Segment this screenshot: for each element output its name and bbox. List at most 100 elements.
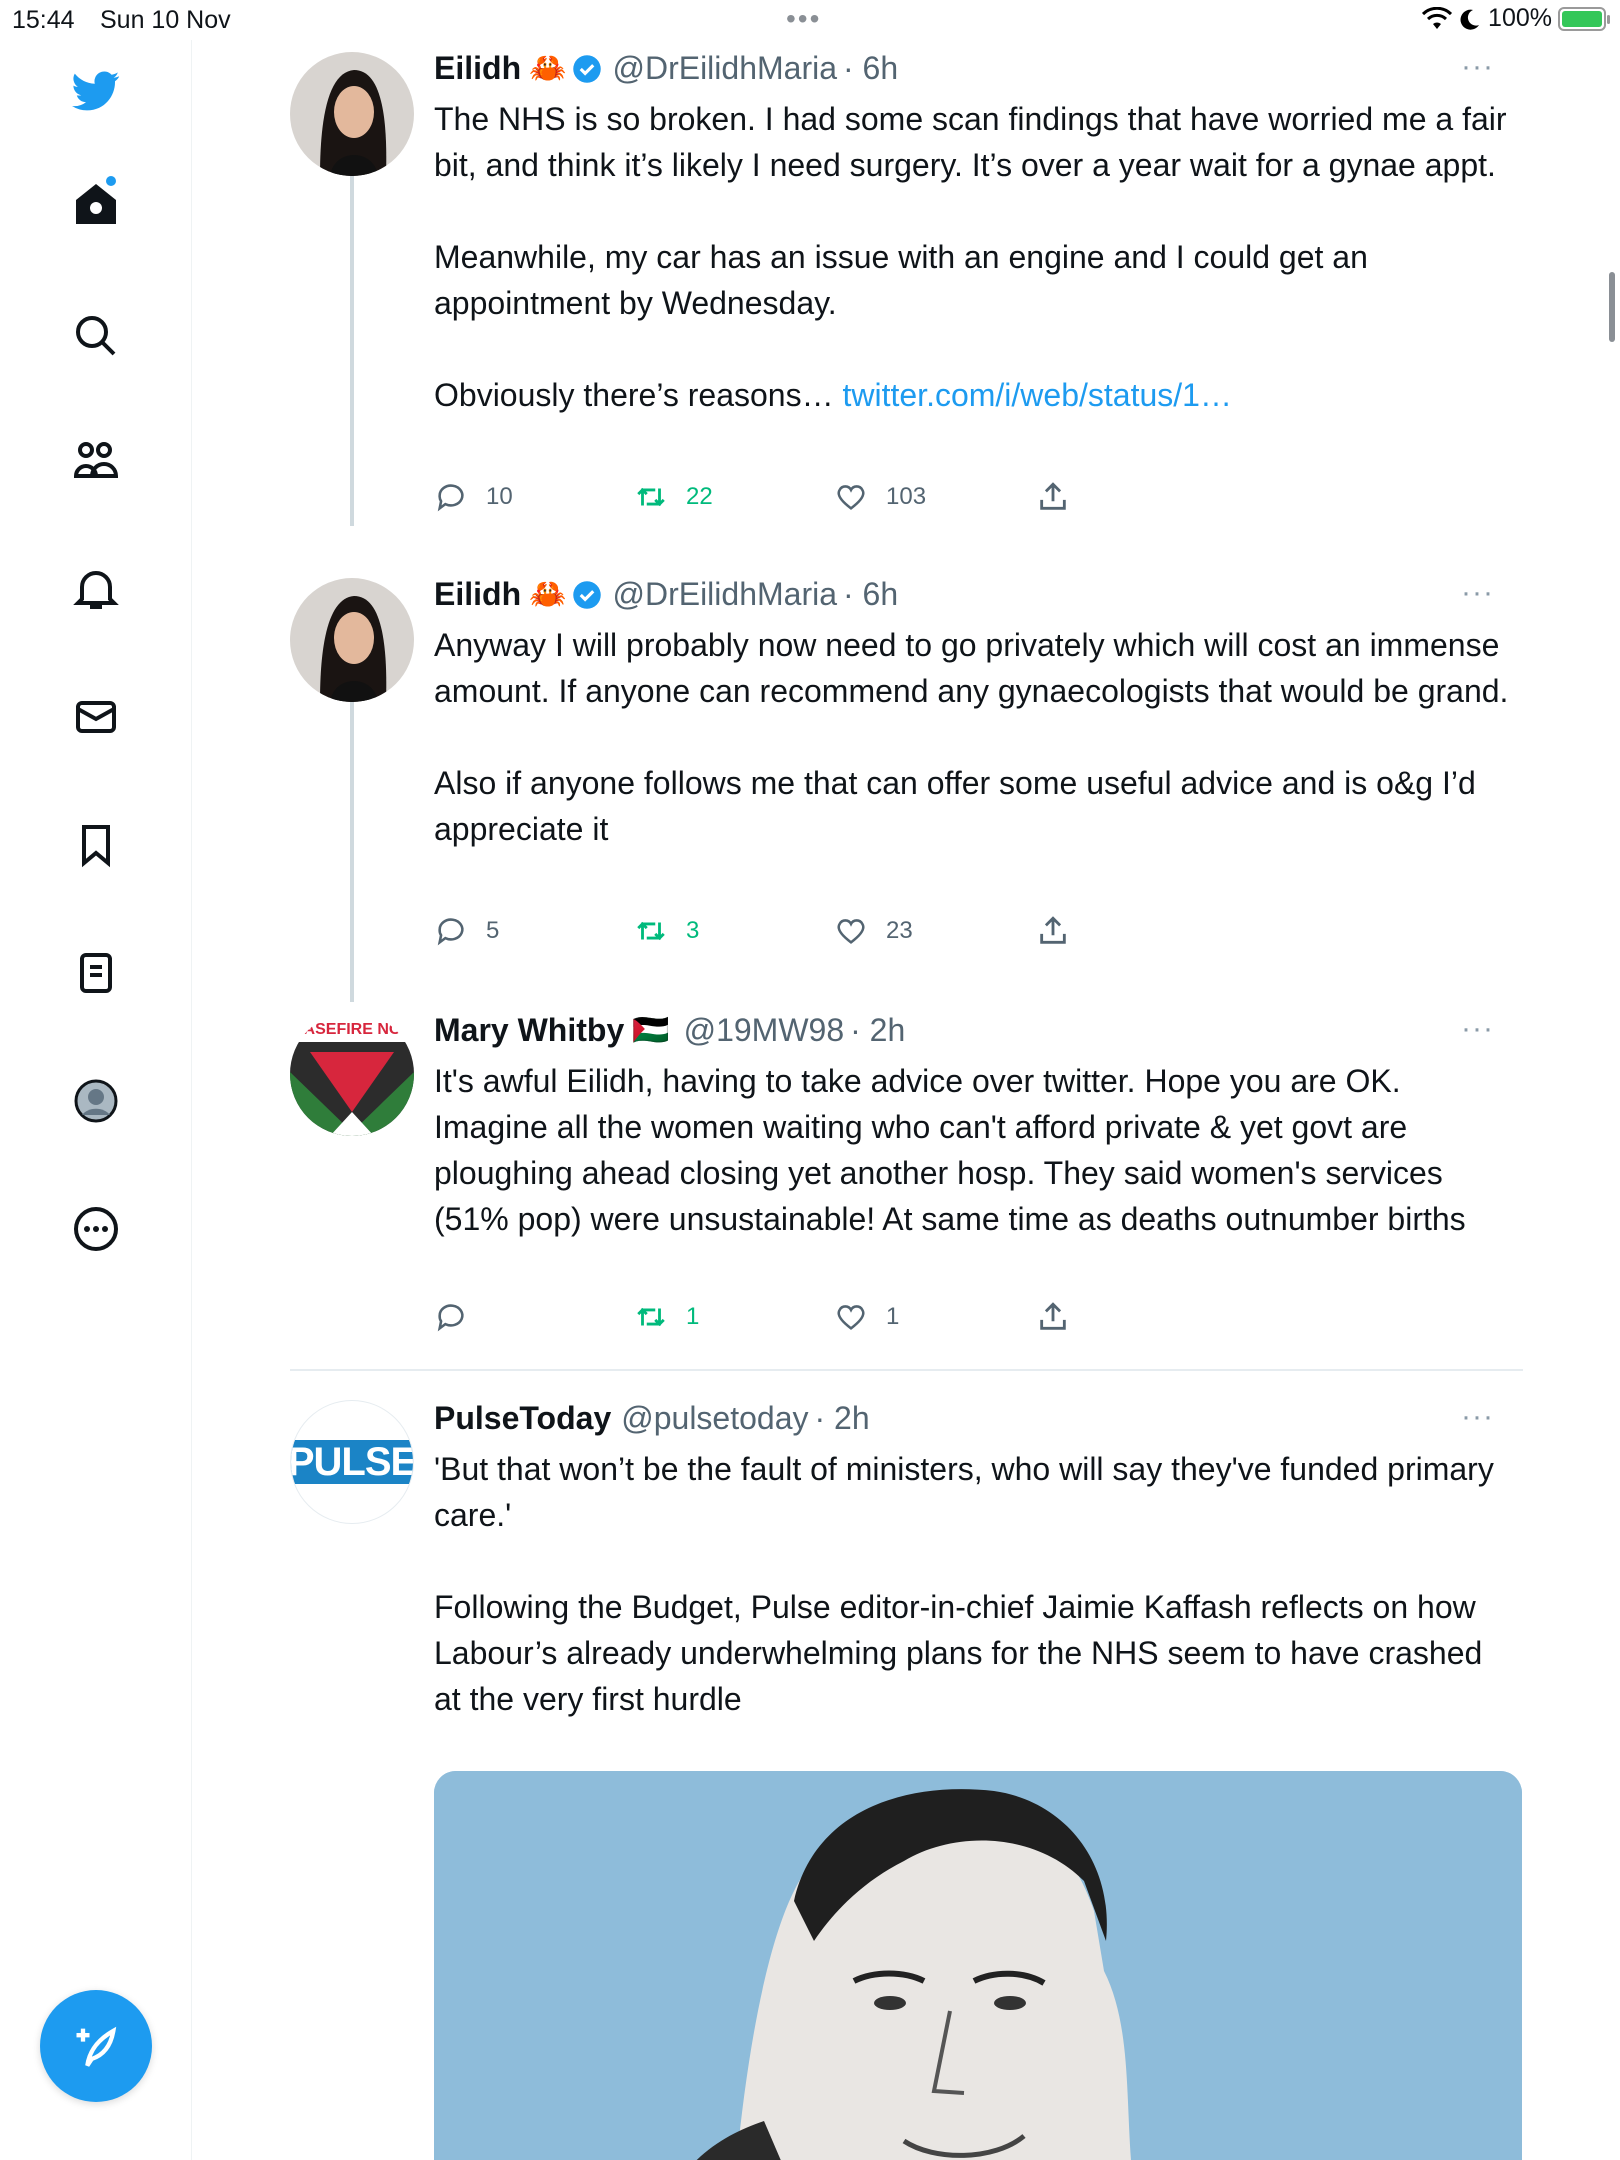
tweet-time[interactable]: · 2h bbox=[850, 1012, 905, 1049]
retweet-button[interactable]: 22 bbox=[634, 480, 713, 514]
avatar[interactable]: ASEFIRE NC bbox=[290, 1012, 414, 1136]
nav-search[interactable] bbox=[56, 296, 136, 376]
reply-icon bbox=[437, 484, 464, 512]
author-name[interactable]: PulseToday bbox=[434, 1400, 611, 1437]
nav-home[interactable] bbox=[56, 164, 136, 244]
author-name[interactable]: Eilidh bbox=[434, 50, 521, 87]
author-handle[interactable]: @DrEilidhMaria bbox=[612, 50, 837, 87]
mail-icon bbox=[76, 701, 116, 733]
battery-percent: 100% bbox=[1488, 4, 1552, 32]
avatar-text: ASEFIRE NC bbox=[304, 1021, 401, 1038]
author-name[interactable]: Mary Whitby bbox=[434, 1012, 624, 1049]
wifi-icon bbox=[1422, 6, 1453, 29]
tweet[interactable]: Eilidh 🦀 @DrEilidhMaria · 6h ··· The NHS… bbox=[290, 50, 1520, 530]
home-icon bbox=[76, 184, 116, 224]
reply-button[interactable]: 10 bbox=[434, 480, 513, 514]
nav-profile[interactable] bbox=[56, 1061, 136, 1141]
like-button[interactable]: 103 bbox=[834, 480, 926, 514]
search-icon bbox=[76, 316, 116, 356]
tweet-paragraph: Meanwhile, my car has an issue with an e… bbox=[434, 239, 1368, 321]
more-options-icon[interactable]: ··· bbox=[1461, 1400, 1494, 1434]
profile-avatar-icon bbox=[74, 1079, 118, 1123]
retweet-button[interactable]: 1 bbox=[634, 1300, 699, 1334]
name-emoji: 🇵🇸 bbox=[632, 1014, 670, 1047]
reply-button[interactable] bbox=[434, 1300, 486, 1334]
tweet-time[interactable]: · 6h bbox=[843, 50, 898, 87]
tweet[interactable]: PULSE PulseToday @pulsetoday · 2h ··· 'B… bbox=[290, 1400, 1522, 2160]
tweet[interactable]: Eilidh 🦀 @DrEilidhMaria · 6h ··· Anyway … bbox=[290, 576, 1520, 976]
tweet-paragraph bbox=[434, 326, 1514, 372]
nav-communities[interactable] bbox=[56, 420, 136, 500]
avatar[interactable]: PULSE bbox=[290, 1400, 414, 1524]
verified-badge-icon bbox=[573, 54, 602, 83]
author-handle[interactable]: @pulsetoday bbox=[621, 1400, 808, 1437]
nav-lists[interactable] bbox=[56, 933, 136, 1013]
heart-icon bbox=[837, 1305, 865, 1330]
compose-tweet-button[interactable] bbox=[40, 1990, 152, 2102]
verified-badge-icon bbox=[573, 580, 602, 609]
status-indicators: 100% bbox=[1422, 4, 1610, 33]
more-options-icon[interactable]: ··· bbox=[1461, 576, 1494, 610]
more-options-icon[interactable]: ··· bbox=[1461, 50, 1494, 84]
like-count: 1 bbox=[886, 1303, 900, 1330]
pulse-logo-text: PULSE bbox=[291, 1440, 413, 1484]
reply-button[interactable]: 5 bbox=[434, 914, 499, 948]
tweet-text-truncated: Obviously there’s reasons… bbox=[434, 377, 843, 413]
author-handle[interactable]: @19MW98 bbox=[684, 1012, 845, 1049]
tweet-paragraph: The NHS is so broken. I had some scan fi… bbox=[434, 101, 1507, 183]
author-handle[interactable]: @DrEilidhMaria bbox=[612, 576, 837, 613]
communities-icon bbox=[73, 442, 119, 478]
tweet-paragraph: It's awful Eilidh, having to take advice… bbox=[434, 1063, 1466, 1237]
retweet-button[interactable]: 3 bbox=[634, 914, 699, 948]
avatar[interactable] bbox=[290, 578, 414, 702]
tweet-paragraph: Obviously there’s reasons… twitter.com/i… bbox=[434, 372, 1514, 418]
tweet-header: PulseToday @pulsetoday · 2h bbox=[434, 1400, 870, 1437]
retweet-icon bbox=[637, 487, 665, 507]
retweet-icon bbox=[637, 1307, 665, 1327]
moon-icon bbox=[1460, 9, 1480, 30]
tweet-paragraph: Anyway I will probably now need to go pr… bbox=[434, 627, 1509, 709]
share-icon bbox=[1040, 1302, 1066, 1330]
more-circle-icon bbox=[74, 1207, 118, 1251]
nav-bookmarks[interactable] bbox=[56, 805, 136, 885]
tweet-text: Anyway I will probably now need to go pr… bbox=[434, 622, 1514, 852]
tweet-paragraph bbox=[434, 1538, 1514, 1584]
share-button[interactable] bbox=[1036, 1300, 1070, 1334]
retweet-icon bbox=[637, 921, 665, 941]
tweet-media-image[interactable] bbox=[434, 1771, 1522, 2160]
tweet-link[interactable]: twitter.com/i/web/status/1… bbox=[842, 377, 1231, 413]
avatar[interactable] bbox=[290, 52, 414, 176]
author-name[interactable]: Eilidh bbox=[434, 576, 521, 613]
nav-notifications[interactable] bbox=[56, 549, 136, 629]
reply-count: 5 bbox=[486, 917, 500, 944]
share-button[interactable] bbox=[1036, 914, 1070, 948]
tweet-paragraph bbox=[434, 188, 1514, 234]
nav-messages[interactable] bbox=[56, 677, 136, 757]
tweet-time[interactable]: · 2h bbox=[815, 1400, 870, 1437]
status-time: 15:44 bbox=[12, 6, 75, 34]
share-button[interactable] bbox=[1036, 480, 1070, 514]
tweet-header: Eilidh 🦀 @DrEilidhMaria · 6h bbox=[434, 50, 898, 87]
tweet-time[interactable]: · 6h bbox=[843, 576, 898, 613]
tweet-paragraph bbox=[434, 714, 1514, 760]
tweet-text: The NHS is so broken. I had some scan fi… bbox=[434, 96, 1514, 418]
scrollbar[interactable] bbox=[1609, 272, 1615, 342]
multitasking-dots-icon[interactable]: ••• bbox=[786, 5, 821, 33]
lists-icon bbox=[80, 953, 112, 993]
tweet-header: Eilidh 🦀 @DrEilidhMaria · 6h bbox=[434, 576, 898, 613]
nav-more[interactable] bbox=[56, 1189, 136, 1269]
status-date: Sun 10 Nov bbox=[100, 6, 231, 34]
more-options-icon[interactable]: ··· bbox=[1461, 1012, 1494, 1046]
tweet-text: It's awful Eilidh, having to take advice… bbox=[434, 1058, 1514, 1242]
like-button[interactable]: 23 bbox=[834, 914, 913, 948]
sidebar bbox=[0, 40, 192, 2160]
like-count: 103 bbox=[886, 483, 927, 510]
share-icon bbox=[1040, 916, 1066, 944]
like-count: 23 bbox=[886, 917, 913, 944]
like-button[interactable]: 1 bbox=[834, 1300, 899, 1334]
retweet-count: 3 bbox=[686, 917, 700, 944]
status-bar: 15:44 Sun 10 Nov ••• 100% bbox=[0, 0, 1620, 40]
reply-count: 10 bbox=[486, 483, 513, 510]
twitter-logo-icon[interactable] bbox=[56, 51, 136, 131]
tweet[interactable]: ASEFIRE NC Mary Whitby 🇵🇸 @19MW98 · 2h ·… bbox=[290, 1012, 1520, 1352]
